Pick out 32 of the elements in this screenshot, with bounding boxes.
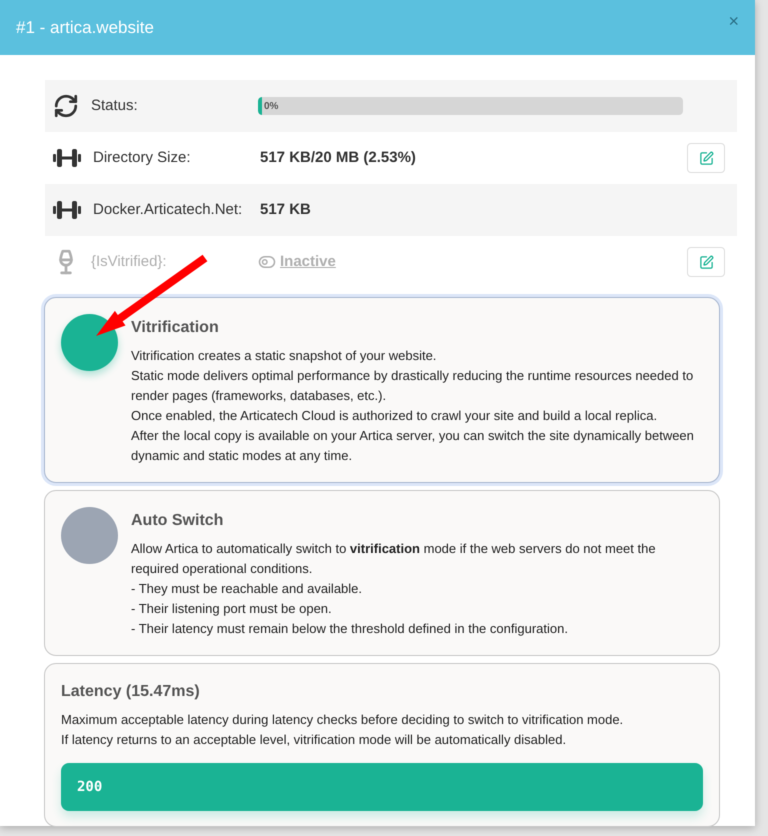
dumbbell-icon: [53, 148, 81, 168]
description-text: Once enabled, the Articatech Cloud is authorized to crawl your site and build a local replica.: [131, 407, 658, 425]
window-title: #1 - artica.website: [16, 16, 154, 39]
description-text: - They must be reachable and available.: [131, 580, 364, 598]
option-card[interactable]: [44, 490, 720, 656]
description-text: Vitrification creates a static snapshot of your website.: [131, 347, 438, 365]
row-label: {IsVitrified}:: [91, 252, 168, 272]
latency-input[interactable]: 200: [61, 763, 703, 811]
description-text: - Their latency must remain below the threshold defined in the configuration.: [131, 620, 569, 638]
row-value: 517 KB/20 MB (2.53%): [260, 149, 416, 166]
description-text: - Their listening port must be open.: [131, 600, 333, 618]
toggle-icon: [258, 253, 276, 271]
description-text: After the local copy is available on your Artica server, you can switch the site dynamically between dynamic and static modes at any time.: [131, 427, 695, 465]
row-label: Docker.Articatech.Net:: [93, 200, 244, 220]
description-text: Allow Artica to automatically switch to vitrification mode if the web servers do not meet the required operational conditions.: [131, 540, 657, 578]
dumbbell-icon: [53, 200, 81, 220]
latency-title: Latency (15.47ms): [61, 682, 201, 702]
refresh-icon: [53, 93, 79, 119]
edit-button[interactable]: [687, 143, 725, 173]
option-title: Auto Switch: [131, 511, 224, 531]
row-value: 517 KB: [260, 201, 311, 218]
description-text: If latency returns to an acceptable level, vitrification mode will be automatically disabled.: [61, 731, 568, 749]
close-button[interactable]: ×: [728, 8, 739, 35]
row-label: Status:: [91, 96, 139, 116]
description-text: Maximum acceptable latency during latency checks before deciding to switch to vitrification mode.: [61, 711, 624, 729]
edit-icon: [698, 254, 714, 270]
edit-icon: [698, 150, 714, 166]
description-text: Static mode delivers optimal performance by drastically reducing the runtime resources needed to render pages (frameworks, databases, etc.).: [131, 367, 694, 405]
progress-reading: 0%: [264, 100, 278, 114]
option-card[interactable]: [44, 297, 720, 483]
row-label: Directory Size:: [93, 148, 192, 168]
option-title: Vitrification: [131, 318, 220, 338]
